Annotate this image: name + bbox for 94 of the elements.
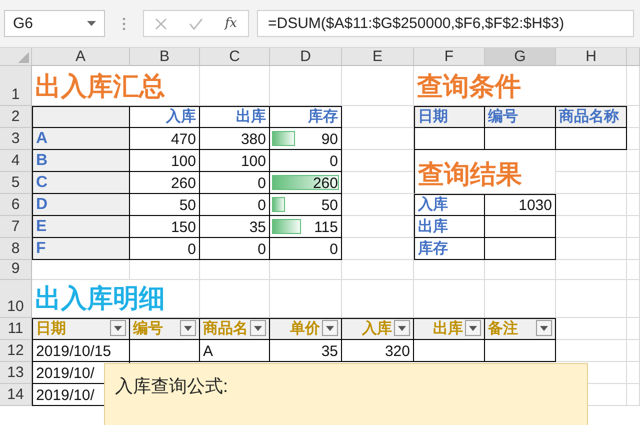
row-heading[interactable]: 2 <box>0 106 32 128</box>
drag-handle-icon[interactable] <box>121 16 127 32</box>
header-label: 商品名 <box>203 319 248 338</box>
row-heading[interactable]: 12 <box>0 340 32 362</box>
row-heading[interactable]: 6 <box>0 194 32 216</box>
table-cell: 0 <box>270 150 342 172</box>
item-label: A <box>32 128 130 150</box>
header-label: 入库 <box>362 319 392 338</box>
dropdown-arrow-icon <box>184 326 192 330</box>
header-label: 出库 <box>433 319 463 338</box>
dropdown-arrow-icon <box>114 326 122 330</box>
header-label: 单价 <box>290 319 320 338</box>
table-cell: 260 <box>130 172 200 194</box>
table-cell: 380 <box>200 128 270 150</box>
column-header: 库存 <box>270 106 342 128</box>
filter-button[interactable] <box>322 320 338 336</box>
dropdown-arrow-icon <box>540 326 548 330</box>
table-cell: 90 <box>270 128 342 150</box>
table-cell: 0 <box>200 172 270 194</box>
table-cell: A <box>200 340 270 362</box>
column-heading[interactable]: E <box>342 48 414 66</box>
filter-button[interactable] <box>465 320 481 336</box>
check-icon[interactable] <box>188 18 203 30</box>
filter-button[interactable] <box>250 320 266 336</box>
table-cell: 115 <box>270 216 342 238</box>
section-title: 查询结果 <box>414 150 556 194</box>
table-cell: 50 <box>270 194 342 216</box>
filter-button[interactable] <box>180 320 196 336</box>
column-header: 入库 <box>130 106 200 128</box>
table-cell: 35 <box>270 340 342 362</box>
row-heading[interactable]: 9 <box>0 260 32 280</box>
table-cell: 0 <box>200 238 270 260</box>
filter-button[interactable] <box>110 320 126 336</box>
table-cell: 470 <box>130 128 200 150</box>
section-title: 出入库明细 <box>32 280 200 318</box>
table-cell: 0 <box>270 238 342 260</box>
column-header: 出库 <box>200 106 270 128</box>
column-heading[interactable]: A <box>32 48 130 66</box>
row-label: 库存 <box>414 238 485 260</box>
row-heading[interactable]: 4 <box>0 150 32 172</box>
item-label: F <box>32 238 130 260</box>
row-heading[interactable]: 3 <box>0 128 32 150</box>
column-heading[interactable]: B <box>130 48 200 66</box>
criteria-input-cell[interactable] <box>485 128 556 150</box>
row-label: 出库 <box>414 216 485 238</box>
table-cell: 0 <box>130 238 200 260</box>
row-heading[interactable]: 10 <box>0 280 32 318</box>
column-header: 商品名称 <box>556 106 627 128</box>
header-label: 备注 <box>488 319 518 338</box>
filter-button[interactable] <box>394 320 410 336</box>
filter-button[interactable] <box>536 320 552 336</box>
item-label: D <box>32 194 130 216</box>
column-heading[interactable]: C <box>200 48 270 66</box>
row-heading[interactable]: 7 <box>0 216 32 238</box>
row-heading[interactable]: 1 <box>0 66 32 106</box>
section-title: 出入库汇总 <box>32 66 200 106</box>
dropdown-arrow-icon <box>326 326 334 330</box>
criteria-input-cell[interactable] <box>556 128 627 150</box>
header-label: 日期 <box>36 319 66 338</box>
dropdown-arrow-icon <box>254 326 262 330</box>
column-header: 编号 <box>485 106 556 128</box>
column-heading[interactable]: G <box>485 48 556 66</box>
table-cell: 2019/10/15 <box>32 340 130 362</box>
criteria-input-cell[interactable] <box>414 128 485 150</box>
table-cell: 150 <box>130 216 200 238</box>
row-heading[interactable]: 11 <box>0 318 32 340</box>
table-cell: 0 <box>200 194 270 216</box>
table-cell: 100 <box>130 150 200 172</box>
table-cell: 50 <box>130 194 200 216</box>
table-cell: 320 <box>342 340 414 362</box>
column-header: 日期 <box>414 106 485 128</box>
dropdown-arrow-icon <box>398 326 406 330</box>
item-label: E <box>32 216 130 238</box>
name-box[interactable]: G6 <box>4 10 105 37</box>
item-label: B <box>32 150 130 172</box>
column-heading[interactable]: F <box>414 48 485 66</box>
item-label: C <box>32 172 130 194</box>
table-cell: 35 <box>200 216 270 238</box>
table-cell: 100 <box>200 150 270 172</box>
column-heading[interactable]: H <box>556 48 627 66</box>
function-button[interactable]: fx <box>224 16 237 31</box>
row-heading[interactable]: 13 <box>0 362 32 384</box>
row-heading[interactable]: 14 <box>0 384 32 406</box>
header-label: 编号 <box>133 319 163 338</box>
section-title: 查询条件 <box>414 66 627 106</box>
row-heading[interactable]: 8 <box>0 238 32 260</box>
column-heading[interactable]: D <box>270 48 342 66</box>
caret-icon <box>87 21 96 26</box>
table-cell: 1030 <box>485 194 556 216</box>
row-label: 入库 <box>414 194 485 216</box>
row-heading[interactable]: 5 <box>0 172 32 194</box>
table-cell: 260 <box>270 172 342 194</box>
formula-field[interactable]: =DSUM($A$11:$G$250000,$F6,$F$2:$H$3) <box>257 10 634 37</box>
dropdown-arrow-icon <box>469 326 477 330</box>
